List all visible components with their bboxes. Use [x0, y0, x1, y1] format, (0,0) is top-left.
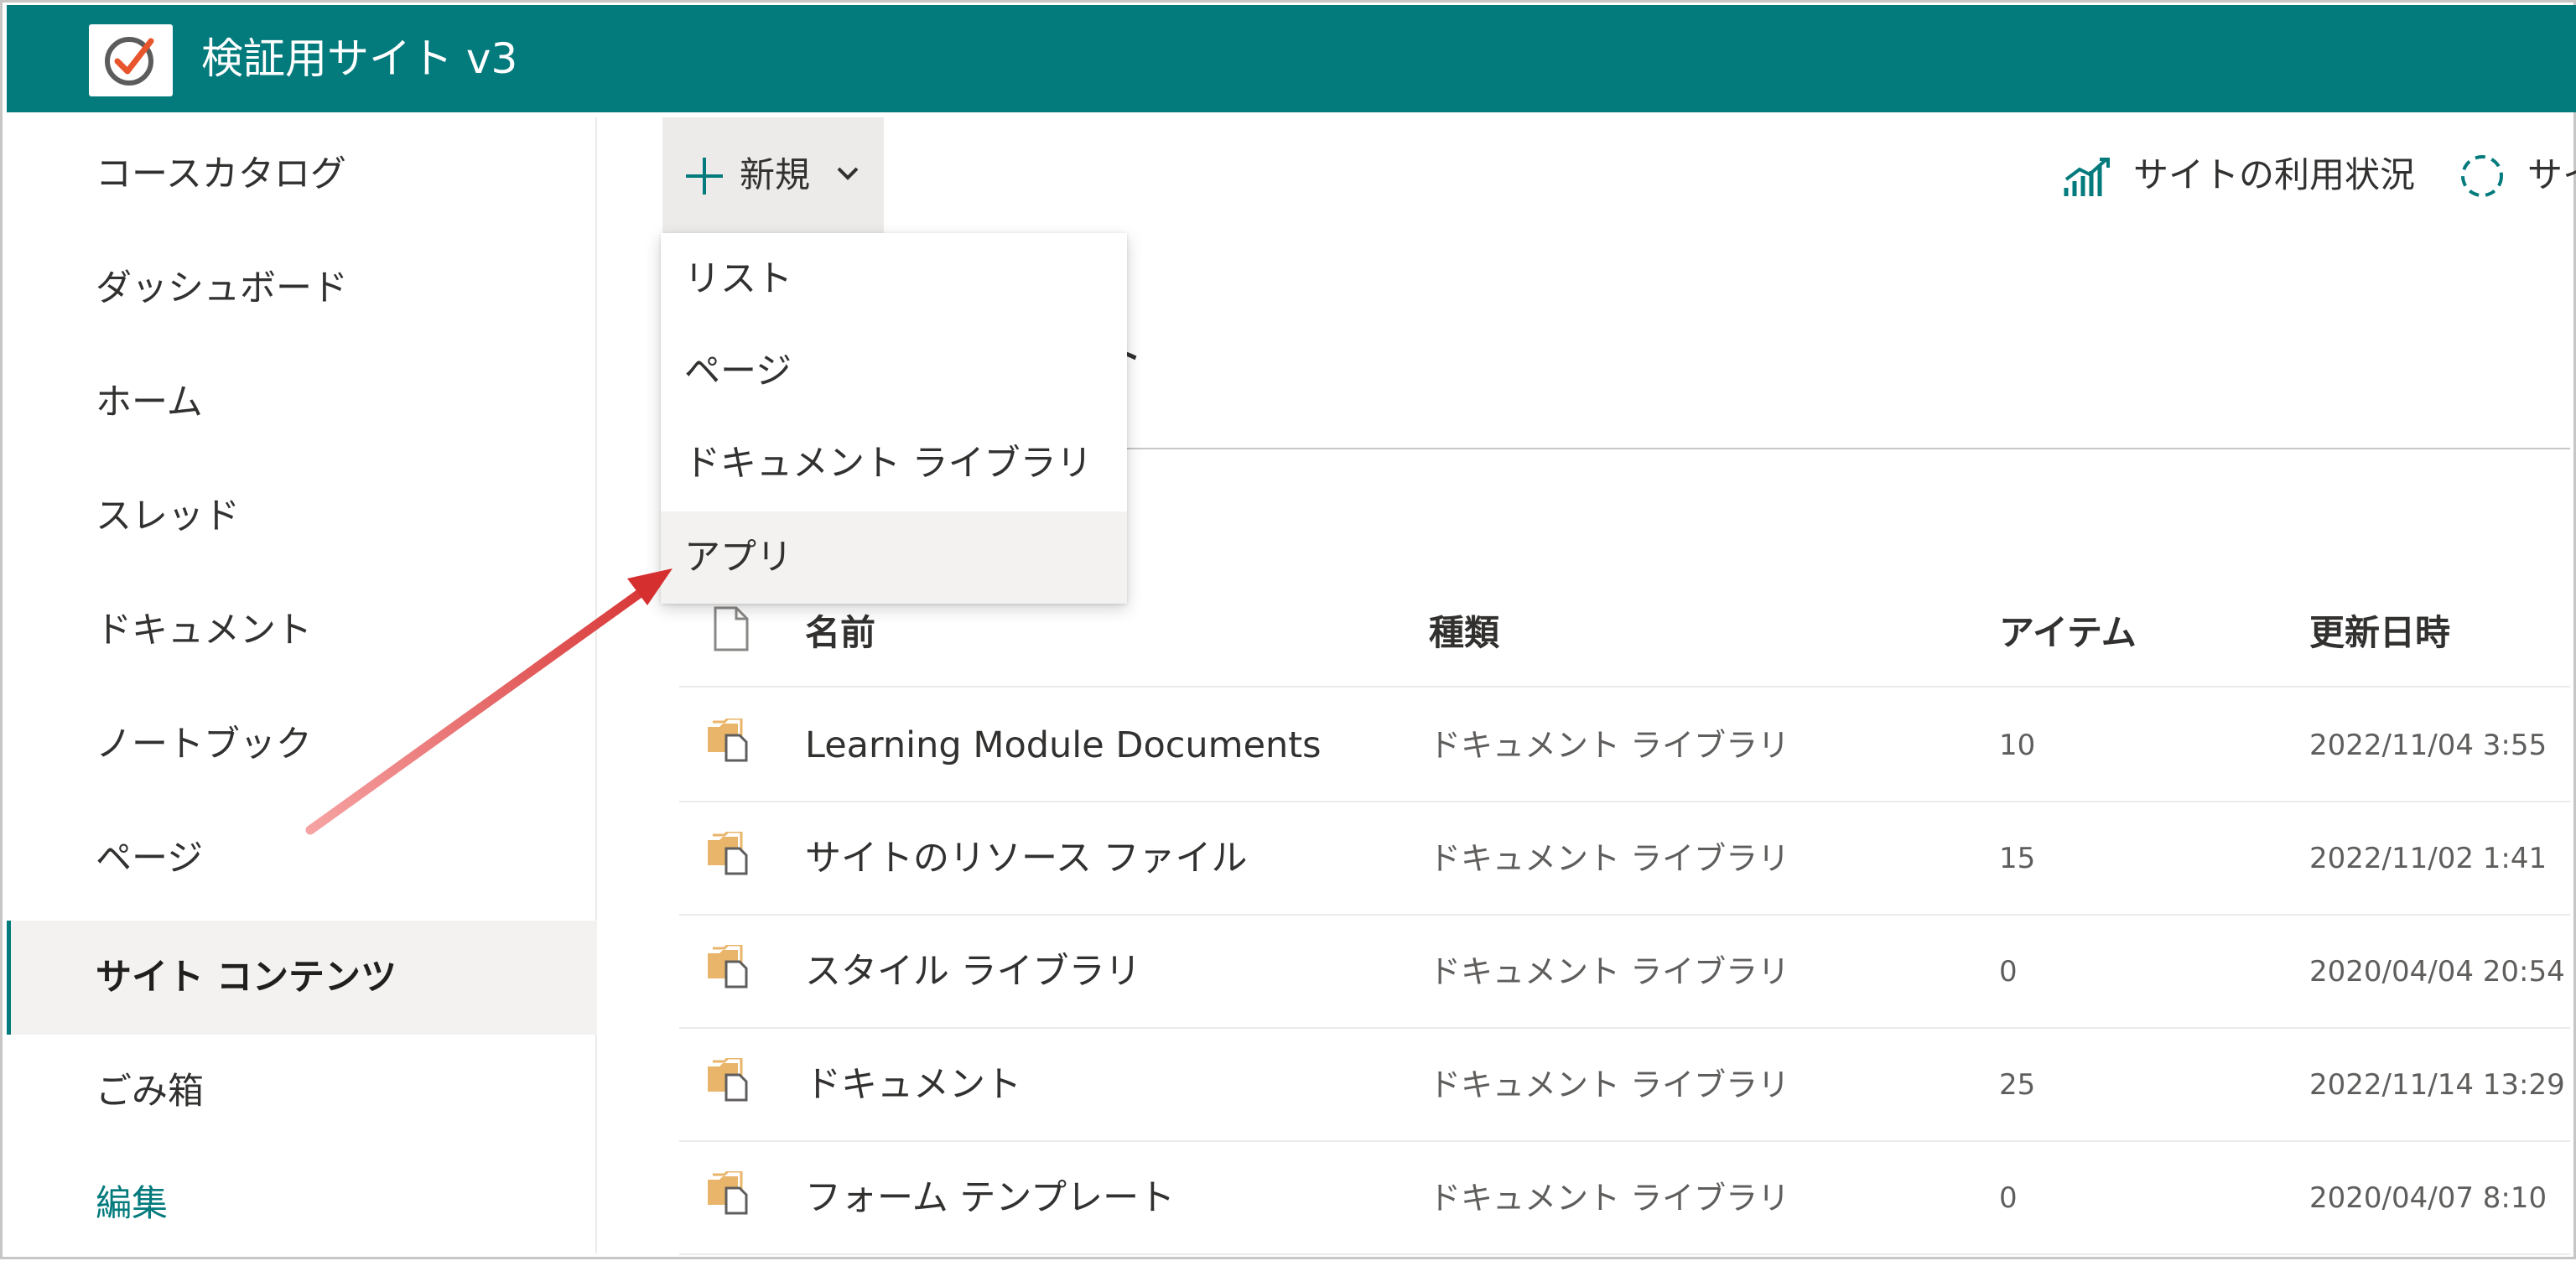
library-folder-icon	[708, 832, 748, 875]
row-name[interactable]: サイトのリソース ファイル	[805, 802, 1248, 916]
row-name[interactable]: Learning Module Documents	[805, 689, 1322, 802]
table-row[interactable]: フォーム テンプレート ドキュメント ライブラリ 0 2020/04/07 8:…	[679, 1142, 2570, 1255]
table-row[interactable]: スタイル ライブラリ ドキュメント ライブラリ 0 2020/04/04 20:…	[679, 916, 2570, 1029]
site-header: 検証用サイト v3	[7, 5, 2576, 112]
site-usage-label: サイトの利用状況	[2133, 154, 2416, 195]
new-dropdown-menu: リスト ページ ドキュメント ライブラリ アプリ	[661, 233, 1127, 604]
row-modified: 2022/11/14 13:29	[2309, 1068, 2565, 1102]
row-items: 15	[1999, 842, 2036, 875]
column-header-type[interactable]: 種類	[1429, 579, 1499, 688]
nav-item-pages[interactable]: ページ	[7, 802, 597, 916]
nav-item-threads[interactable]: スレッド	[7, 459, 597, 573]
row-items: 10	[1999, 729, 2036, 762]
library-folder-icon	[708, 945, 748, 989]
menu-item-app[interactable]: アプリ	[661, 511, 1127, 604]
row-type: ドキュメント ライブラリ	[1429, 727, 1790, 764]
plus-icon	[686, 158, 723, 195]
left-navigation: コースカタログ ダッシュボード ホーム スレッド ドキュメント ノートブック ペ…	[7, 117, 597, 1253]
table-row[interactable]: ドキュメント ドキュメント ライブラリ 25 2022/11/14 13:29	[679, 1029, 2570, 1142]
nav-edit-link[interactable]: 編集	[7, 1147, 597, 1261]
nav-item-home[interactable]: ホーム	[7, 345, 597, 459]
nav-item-recycle-bin[interactable]: ごみ箱	[7, 1035, 597, 1149]
nav-item-documents[interactable]: ドキュメント	[7, 573, 597, 688]
row-name[interactable]: スタイル ライブラリ	[805, 916, 1141, 1029]
menu-item-page[interactable]: ページ	[661, 325, 1127, 418]
row-type: ドキュメント ライブラリ	[1429, 1180, 1790, 1217]
chevron-down-icon	[837, 167, 859, 180]
row-modified: 2020/04/04 20:54	[2309, 955, 2565, 989]
library-folder-icon	[708, 719, 748, 762]
menu-item-list[interactable]: リスト	[661, 233, 1127, 325]
table-row[interactable]: サイトのリソース ファイル ドキュメント ライブラリ 15 2022/11/02…	[679, 802, 2570, 916]
nav-item-course-catalog[interactable]: コースカタログ	[7, 117, 597, 231]
row-type: ドキュメント ライブラリ	[1429, 840, 1790, 877]
row-type: ドキュメント ライブラリ	[1429, 1066, 1790, 1103]
table-row[interactable]: Learning Module Documents ドキュメント ライブラリ 1…	[679, 689, 2570, 802]
row-modified: 2020/04/07 8:10	[2309, 1181, 2547, 1215]
column-header-modified[interactable]: 更新日時	[2309, 579, 2450, 688]
new-button[interactable]: 新規	[662, 117, 884, 233]
site-workflow-label: サイ	[2527, 154, 2576, 195]
chart-icon	[2064, 158, 2110, 196]
dashed-circle-icon	[2461, 155, 2503, 197]
row-items: 0	[1999, 955, 2018, 989]
row-name[interactable]: フォーム テンプレート	[805, 1142, 1175, 1255]
library-folder-icon	[708, 1171, 748, 1215]
row-type: ドキュメント ライブラリ	[1429, 953, 1790, 990]
document-icon	[714, 606, 749, 651]
new-button-label: 新規	[740, 154, 811, 195]
library-folder-icon	[708, 1058, 748, 1102]
row-name[interactable]: ドキュメント	[805, 1029, 1021, 1142]
menu-item-document-library[interactable]: ドキュメント ライブラリ	[661, 418, 1127, 510]
row-modified: 2022/11/02 1:41	[2309, 842, 2547, 875]
nav-item-site-contents[interactable]: サイト コンテンツ	[7, 921, 597, 1035]
column-header-items[interactable]: アイテム	[1999, 579, 2137, 688]
site-title[interactable]: 検証用サイト v3	[201, 5, 517, 112]
site-logo-icon[interactable]	[89, 24, 173, 96]
nav-item-notebook[interactable]: ノートブック	[7, 688, 597, 802]
nav-item-dashboard[interactable]: ダッシュボード	[7, 231, 597, 345]
row-items: 0	[1999, 1181, 2018, 1215]
row-items: 25	[1999, 1068, 2036, 1102]
row-modified: 2022/11/04 3:55	[2309, 729, 2547, 762]
